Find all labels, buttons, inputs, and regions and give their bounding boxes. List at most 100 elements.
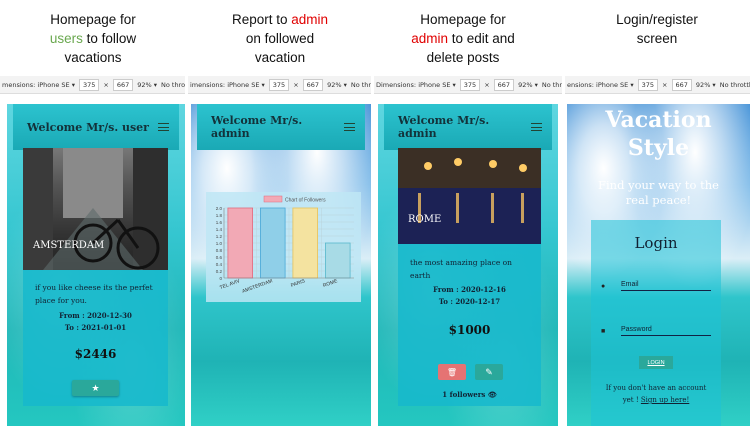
login-form: Login ● Email ■ Password LOGIN If you do…: [591, 220, 721, 426]
admin-report-screen: Welcome Mr/s. admin Chart of Followers 0 0…: [191, 104, 371, 426]
device-select[interactable]: ensions: iPhone SE ▾: [567, 81, 634, 89]
edit-button[interactable]: ✎: [475, 364, 503, 380]
brand-line: Vacation: [605, 107, 712, 133]
brand-line: Style: [627, 135, 690, 161]
y-tick-label: 2.0: [216, 206, 223, 211]
caption-line: Login/register: [616, 12, 698, 27]
navbar: Welcome Mr/s. admin: [384, 104, 552, 150]
signup-prompt: If you don't have an account yet ! Sign …: [591, 382, 721, 406]
width-input[interactable]: 375: [459, 78, 481, 91]
signup-link[interactable]: Sign up here!: [641, 396, 689, 404]
width-input[interactable]: 375: [78, 78, 100, 91]
vacation-image: ROME: [398, 148, 541, 244]
y-tick-label: 1.6: [216, 220, 223, 225]
caption-text: to edit and: [447, 31, 515, 46]
welcome-title: Welcome Mr/s. user: [27, 120, 149, 134]
delete-button[interactable]: 🗑: [438, 364, 466, 380]
device-select[interactable]: Dimensions: iPhone SE ▾: [376, 81, 456, 89]
amsterdam-canal-illustration: [23, 148, 168, 270]
from-date: From : 2020-12-30: [59, 311, 132, 320]
login-title: Login: [634, 234, 678, 252]
caption-text: Report to: [231, 12, 292, 27]
zoom-select[interactable]: 92% ▾: [327, 81, 347, 89]
caption-highlight: admin: [411, 31, 448, 46]
caption-highlight: admin: [291, 12, 329, 27]
hamburger-icon[interactable]: [344, 123, 355, 131]
height-input[interactable]: 667: [493, 78, 515, 91]
bar-rome: [325, 242, 351, 279]
device-select[interactable]: imensions: iPhone SE ▾: [190, 81, 265, 89]
y-tick-label: 1.8: [216, 213, 223, 218]
caption-line: vacation: [254, 50, 306, 65]
y-tick-label: 0: [219, 276, 222, 281]
bar-tel-aviv: [227, 207, 254, 279]
email-input[interactable]: Email: [621, 281, 711, 291]
password-field[interactable]: ■ Password: [601, 323, 711, 339]
width-input[interactable]: 375: [268, 78, 290, 91]
admin-homepage-screen: Welcome Mr/s. admin ROME the most amazin…: [378, 104, 558, 426]
vacation-price: $1000: [448, 323, 491, 337]
device-select[interactable]: mensions: iPhone SE ▾: [2, 81, 75, 89]
height-input[interactable]: 667: [302, 78, 324, 91]
caption-text: to follow: [82, 31, 137, 46]
vacation-description: the most amazing place on earth: [410, 258, 513, 280]
width-input[interactable]: 375: [637, 78, 659, 91]
times-glyph: ×: [662, 80, 668, 89]
tagline-line: real peace!: [625, 193, 692, 207]
follow-button[interactable]: ★: [72, 380, 119, 396]
hamburger-icon[interactable]: [158, 123, 169, 131]
followers-chart: Chart of Followers 0 0.2 0.4 0.6 0.8 1.0 1.2 1.4…: [206, 192, 361, 302]
pencil-icon: ✎: [485, 366, 493, 377]
login-screen: Vacation Style Find your way to the real…: [567, 104, 750, 426]
device-toolbar: ensions: iPhone SE ▾ 375 × 667 92% ▾ No …: [565, 76, 750, 94]
login-button[interactable]: LOGIN: [639, 356, 673, 369]
vacation-dates: From : 2020-12-30 To : 2021-01-01: [23, 310, 168, 334]
caption-line: admin to edit and: [388, 29, 538, 48]
throttle-select[interactable]: No throttlin: [542, 81, 562, 89]
y-tick-label: 0.2: [216, 269, 223, 274]
vacation-description: if you like cheese its the perfet place …: [35, 283, 153, 305]
height-input[interactable]: 667: [112, 78, 134, 91]
device-toolbar: mensions: iPhone SE ▾ 375 × 667 92% ▾ No…: [0, 76, 185, 94]
tagline: Find your way to the real peace!: [567, 178, 750, 208]
user-homepage-screen: Welcome Mr/s. user AMSTERDAM if you like…: [7, 104, 185, 426]
throttle-select[interactable]: No throttli: [351, 81, 371, 89]
caption-line: Homepage for: [50, 12, 136, 27]
welcome-title: Welcome Mr/s. admin: [211, 114, 303, 140]
y-tick-label: 0.6: [216, 255, 223, 260]
password-input[interactable]: Password: [621, 326, 711, 336]
times-glyph: ×: [484, 80, 490, 89]
height-input[interactable]: 667: [671, 78, 692, 91]
eye-icon: 👁: [487, 390, 497, 399]
caption-line: screen: [636, 31, 678, 46]
x-tick-label: AMSTERDAM: [241, 278, 273, 295]
email-field[interactable]: ● Email: [601, 278, 711, 294]
user-icon: ●: [601, 282, 606, 290]
caption-line: vacations: [64, 50, 122, 65]
vacation-card: AMSTERDAM if you like cheese its the per…: [23, 148, 168, 406]
lock-icon: ■: [601, 327, 606, 335]
legend-swatch: [263, 195, 283, 203]
x-tick-label: PARIS: [290, 278, 306, 289]
zoom-select[interactable]: 92% ▾: [518, 81, 538, 89]
from-date: From : 2020-12-16: [433, 285, 506, 294]
throttle-select[interactable]: No throttli: [720, 81, 750, 89]
bar-amsterdam: [260, 207, 286, 279]
followers-text: 1 followers: [442, 390, 486, 399]
vacation-image: AMSTERDAM: [23, 148, 168, 270]
zoom-select[interactable]: 92% ▾: [696, 81, 716, 89]
to-date: To : 2021-01-01: [64, 323, 127, 332]
throttle-select[interactable]: No throttling: [161, 81, 185, 89]
to-date: To : 2020-12-17: [438, 297, 501, 306]
signup-line: yet ! Sign up here!: [591, 394, 721, 406]
hamburger-icon[interactable]: [531, 123, 542, 131]
caption-line: Homepage for: [420, 12, 506, 27]
caption-admin-homepage: Homepage for admin to edit and delete po…: [388, 10, 538, 67]
welcome-title: Welcome Mr/s. admin: [398, 114, 490, 140]
caption-admin-report: Report to admin on followed vacation: [205, 10, 355, 67]
vacation-price: $2446: [74, 347, 117, 361]
zoom-select[interactable]: 92% ▾: [137, 81, 157, 89]
caption-line: delete posts: [426, 50, 500, 65]
vacation-dates: From : 2020-12-16 To : 2020-12-17: [398, 284, 541, 308]
vacation-place-label: AMSTERDAM: [33, 240, 105, 251]
